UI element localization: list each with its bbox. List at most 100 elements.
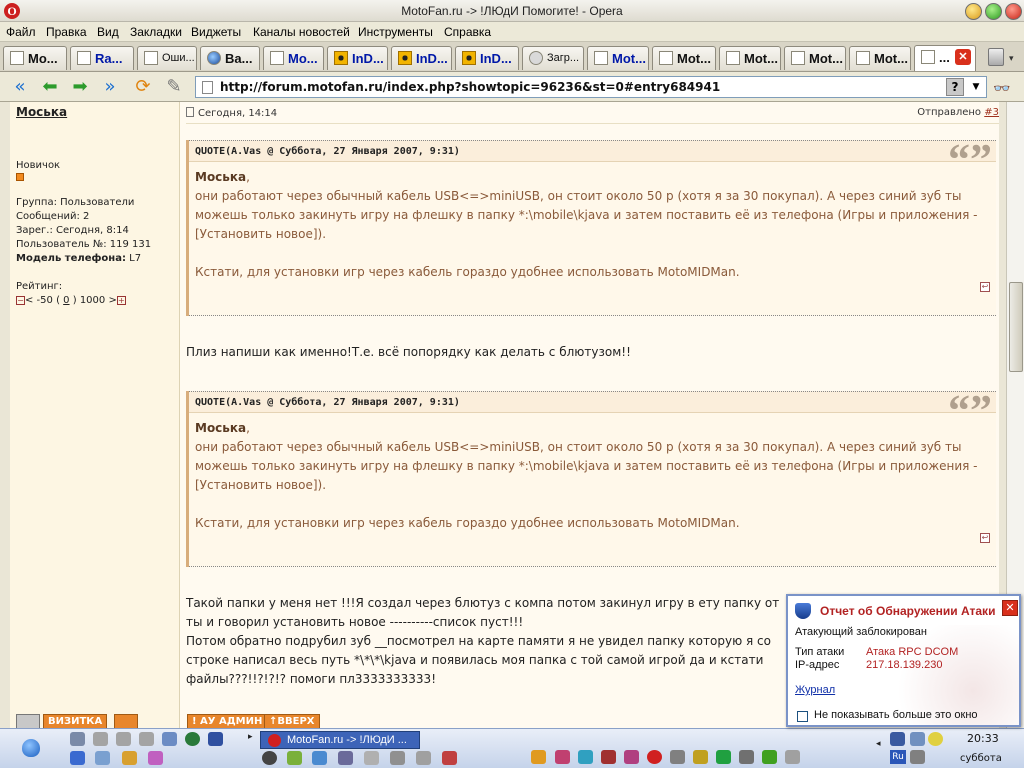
window-icon[interactable] <box>208 732 223 746</box>
tab-5[interactable]: Mo... <box>263 46 324 70</box>
app-icon[interactable] <box>390 751 405 765</box>
rating-plus-icon[interactable]: + <box>116 295 126 305</box>
trash-icon[interactable] <box>988 48 1004 66</box>
tray-icon[interactable] <box>601 750 616 764</box>
apple-icon[interactable] <box>22 739 40 757</box>
close-window-button[interactable] <box>1005 3 1022 20</box>
tray-icon[interactable] <box>910 732 925 746</box>
rewind-icon[interactable]: « <box>8 76 32 98</box>
tray-icon[interactable] <box>910 750 925 764</box>
network-icon[interactable] <box>162 732 177 746</box>
tab-3[interactable]: Оши... <box>137 46 197 70</box>
maximize-button[interactable] <box>985 3 1002 20</box>
app-icon[interactable] <box>287 751 302 765</box>
rating-value[interactable]: 0 <box>63 295 69 306</box>
rating-minus-icon[interactable]: − <box>16 295 25 305</box>
url-input[interactable] <box>220 79 920 95</box>
top-button[interactable]: ↑ВВЕРХ <box>264 714 320 728</box>
users-icon[interactable] <box>114 714 138 728</box>
tray-icon[interactable] <box>785 750 800 764</box>
minimize-button[interactable] <box>965 3 982 20</box>
globe-icon[interactable] <box>185 732 200 746</box>
journal-link[interactable]: Журнал <box>795 684 835 696</box>
trash-dropdown-icon[interactable]: ▾ <box>1009 54 1014 64</box>
drive-icon[interactable] <box>139 732 154 746</box>
menu-file[interactable]: Файл <box>6 25 36 39</box>
app-icon[interactable] <box>70 751 85 765</box>
tab-9[interactable]: Загр... <box>522 46 584 70</box>
menu-edit[interactable]: Правка <box>46 25 87 39</box>
tray-icon[interactable] <box>890 732 905 746</box>
app-icon[interactable] <box>338 751 353 765</box>
tab-4[interactable]: Ba... <box>200 46 260 70</box>
glasses-icon[interactable]: 👓 <box>993 81 1010 97</box>
forward-icon[interactable]: ➡ <box>68 76 92 98</box>
address-field[interactable]: ? ▼ <box>195 76 987 98</box>
tray-icon[interactable] <box>762 750 777 764</box>
computer-icon[interactable] <box>70 732 85 746</box>
app-icon[interactable] <box>148 751 163 765</box>
taskbar-task-opera[interactable]: MotoFan.ru -> !ЛЮдИ ... <box>260 731 420 749</box>
tray-icon[interactable] <box>624 750 639 764</box>
drive-icon[interactable] <box>116 732 131 746</box>
edit-icon[interactable]: ✎ <box>162 76 186 98</box>
media-icon[interactable] <box>262 751 277 765</box>
tray-icon[interactable] <box>578 750 593 764</box>
clock-time[interactable]: 20:33 <box>967 732 999 745</box>
tab-11[interactable]: Mot... <box>652 46 716 70</box>
menu-tools[interactable]: Инструменты <box>358 25 433 39</box>
tray-icon[interactable] <box>647 750 662 764</box>
tray-icon[interactable] <box>693 750 708 764</box>
menu-widgets[interactable]: Виджеты <box>191 25 241 39</box>
app-icon[interactable] <box>122 751 137 765</box>
return-icon[interactable]: ↩ <box>980 533 990 543</box>
back-icon[interactable]: ⬅ <box>38 76 62 98</box>
shield-icon <box>795 603 811 619</box>
card-button[interactable]: ВИЗИТКА <box>43 714 108 728</box>
post-header: Сегодня, 14:14 Отправлено #3 <box>186 104 1001 124</box>
avatar-icon[interactable] <box>16 714 40 728</box>
tab-6[interactable]: InD... <box>327 46 388 70</box>
tray-icon[interactable] <box>670 750 685 764</box>
tab-12[interactable]: Mot... <box>719 46 781 70</box>
app-icon[interactable] <box>442 751 457 765</box>
menu-feeds[interactable]: Каналы новостей <box>253 25 350 39</box>
fast-forward-icon[interactable]: » <box>98 76 122 98</box>
tab-active[interactable]: ... ✕ <box>914 45 976 71</box>
address-toolbar: « ⬅ ➡ » ⟳ ✎ ? ▼ 👓 <box>0 72 1024 102</box>
reload-icon[interactable]: ⟳ <box>131 76 155 98</box>
app-icon[interactable] <box>312 751 327 765</box>
tab-14[interactable]: Mot... <box>849 46 911 70</box>
tab-2[interactable]: Ra... <box>70 46 134 70</box>
tab-13[interactable]: Mot... <box>784 46 846 70</box>
admin-button[interactable]: ! АУ АДМИН <box>187 714 268 728</box>
scrollbar-thumb[interactable] <box>1009 282 1023 372</box>
popup-close-button[interactable]: ✕ <box>1002 600 1018 616</box>
app-icon[interactable] <box>95 751 110 765</box>
tray-icon[interactable] <box>716 750 731 764</box>
post-date-text: Сегодня, 14:14 <box>198 108 278 119</box>
username-link[interactable]: Моська <box>16 105 67 119</box>
tab-10[interactable]: Mot... <box>587 46 649 70</box>
tray-icon[interactable] <box>739 750 754 764</box>
return-icon[interactable]: ↩ <box>980 282 990 292</box>
language-indicator[interactable]: Ru <box>890 750 906 764</box>
tray-icon[interactable] <box>555 750 570 764</box>
post-number-link[interactable]: #3 <box>984 107 999 118</box>
menu-help[interactable]: Справка <box>444 25 491 39</box>
chevron-left-icon[interactable]: ◂ <box>876 739 891 753</box>
tab-8[interactable]: InD... <box>455 46 519 70</box>
tray-icon[interactable] <box>928 732 943 746</box>
close-tab-icon[interactable]: ✕ <box>955 49 971 65</box>
tab-7[interactable]: InD... <box>391 46 452 70</box>
app-icon[interactable] <box>416 751 431 765</box>
chevron-down-icon[interactable]: ▼ <box>968 78 984 96</box>
tray-icon[interactable] <box>531 750 546 764</box>
tab-1[interactable]: Mo... <box>3 46 67 70</box>
app-icon[interactable] <box>364 751 379 765</box>
menu-bookmarks[interactable]: Закладки <box>130 25 182 39</box>
help-button[interactable]: ? <box>946 78 964 96</box>
menu-view[interactable]: Вид <box>97 25 119 39</box>
dont-show-checkbox[interactable] <box>797 711 808 722</box>
drive-icon[interactable] <box>93 732 108 746</box>
